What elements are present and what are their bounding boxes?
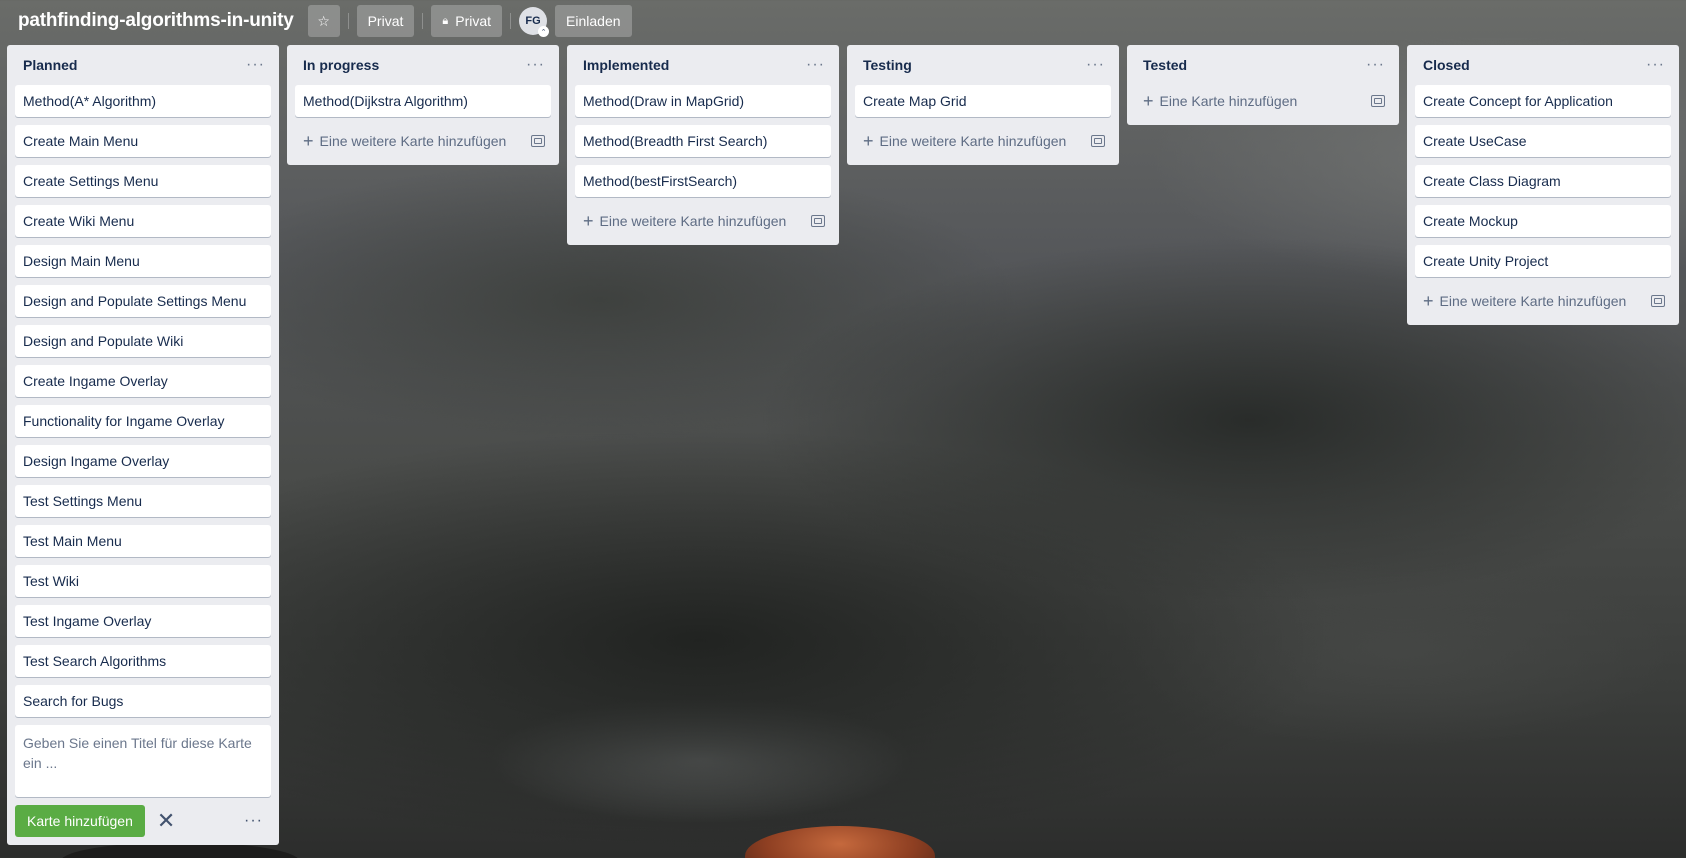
team-visibility-button[interactable]: Privat (356, 5, 415, 37)
add-card-row[interactable]: + Eine weitere Karte hinzufügen (855, 125, 1111, 157)
card[interactable]: Test Search Algorithms (15, 645, 271, 677)
add-card-link[interactable]: + Eine weitere Karte hinzufügen (863, 131, 1067, 151)
invite-button[interactable]: Einladen (555, 5, 632, 37)
list-title[interactable]: Implemented (583, 57, 669, 73)
card[interactable]: Method(A* Algorithm) (15, 85, 271, 117)
card[interactable]: Method(Breadth First Search) (575, 125, 831, 157)
composer-actions: Karte hinzufügen ✕ ··· (15, 805, 271, 837)
card-title-input[interactable] (23, 733, 263, 789)
plus-icon: + (863, 131, 874, 151)
card[interactable]: Create Concept for Application (1415, 85, 1671, 117)
list-menu-icon[interactable]: ··· (246, 57, 265, 73)
list-menu-icon[interactable]: ··· (1366, 57, 1385, 73)
card[interactable]: Design and Populate Settings Menu (15, 285, 271, 317)
add-card-link[interactable]: + Eine weitere Karte hinzufügen (1423, 291, 1627, 311)
add-card-label: Eine weitere Karte hinzufügen (319, 133, 507, 149)
list-menu-icon[interactable]: ··· (806, 57, 825, 73)
card-template-icon[interactable] (531, 135, 545, 147)
card[interactable]: Create Unity Project (1415, 245, 1671, 277)
more-options-icon[interactable]: ··· (244, 812, 263, 830)
list-title[interactable]: Closed (1423, 57, 1470, 73)
card[interactable]: Method(Dijkstra Algorithm) (295, 85, 551, 117)
card[interactable]: Create Wiki Menu (15, 205, 271, 237)
list-menu-icon[interactable]: ··· (1646, 57, 1665, 73)
card-template-icon[interactable] (811, 215, 825, 227)
list-header: In progress ··· (295, 45, 551, 85)
add-card-row[interactable]: + Eine weitere Karte hinzufügen (1415, 285, 1671, 317)
lock-icon: 🔒︎ (442, 14, 449, 27)
list-header: Closed ··· (1415, 45, 1671, 85)
team-visibility-label: Privat (367, 13, 404, 29)
card[interactable]: Test Ingame Overlay (15, 605, 271, 637)
list-header: Planned ··· (15, 45, 271, 85)
list-title[interactable]: In progress (303, 57, 379, 73)
permission-label: Privat (455, 13, 492, 29)
add-card-row[interactable]: + Eine Karte hinzufügen (1135, 85, 1391, 117)
add-card-row[interactable]: + Eine weitere Karte hinzufügen (295, 125, 551, 157)
plus-icon: + (303, 131, 314, 151)
list-planned: Planned ··· Method(A* Algorithm) Create … (7, 45, 279, 845)
card-template-icon[interactable] (1651, 295, 1665, 307)
card[interactable]: Test Settings Menu (15, 485, 271, 517)
list-title[interactable]: Tested (1143, 57, 1187, 73)
card[interactable]: Test Main Menu (15, 525, 271, 557)
card[interactable]: Method(bestFirstSearch) (575, 165, 831, 197)
member-initials: FG (525, 15, 541, 27)
card-composer (15, 725, 271, 797)
card[interactable]: Design Main Menu (15, 245, 271, 277)
close-icon[interactable]: ✕ (157, 810, 175, 832)
card[interactable]: Test Wiki (15, 565, 271, 597)
list-title[interactable]: Planned (23, 57, 77, 73)
card[interactable]: Design and Populate Wiki (15, 325, 271, 357)
add-card-button[interactable]: Karte hinzufügen (15, 805, 145, 837)
add-card-label: Eine weitere Karte hinzufügen (1439, 293, 1627, 309)
star-button[interactable]: ☆ (307, 5, 340, 37)
member-avatar[interactable]: FG ⌃ (519, 7, 550, 37)
list-header: Tested ··· (1135, 45, 1391, 85)
card[interactable]: Create Settings Menu (15, 165, 271, 197)
card[interactable]: Create Class Diagram (1415, 165, 1671, 197)
card[interactable]: Create Main Menu (15, 125, 271, 157)
list-implemented: Implemented ··· Method(Draw in MapGrid) … (567, 45, 839, 245)
list-header: Testing ··· (855, 45, 1111, 85)
card[interactable]: Create Ingame Overlay (15, 365, 271, 397)
permission-button[interactable]: 🔒︎ Privat (431, 5, 503, 37)
list-closed: Closed ··· Create Concept for Applicatio… (1407, 45, 1679, 325)
add-card-link[interactable]: + Eine Karte hinzufügen (1143, 91, 1298, 111)
list-tested: Tested ··· + Eine Karte hinzufügen (1127, 45, 1399, 125)
plus-icon: + (1423, 291, 1434, 311)
plus-icon: + (583, 211, 594, 231)
list-header: Implemented ··· (575, 45, 831, 85)
admin-badge-icon: ⌃ (538, 26, 550, 37)
star-icon: ☆ (317, 12, 330, 29)
card[interactable]: Create Mockup (1415, 205, 1671, 237)
card[interactable]: Design Ingame Overlay (15, 445, 271, 477)
add-card-row[interactable]: + Eine weitere Karte hinzufügen (575, 205, 831, 237)
add-card-label: Eine weitere Karte hinzufügen (879, 133, 1067, 149)
list-menu-icon[interactable]: ··· (526, 57, 545, 73)
background-rock (745, 826, 935, 858)
board-header: pathfinding-algorithms-in-unity ☆ Privat… (0, 0, 1686, 42)
card[interactable]: Functionality for Ingame Overlay (15, 405, 271, 437)
invite-label: Einladen (566, 13, 621, 29)
plus-icon: + (1143, 91, 1154, 111)
card[interactable]: Method(Draw in MapGrid) (575, 85, 831, 117)
list-menu-icon[interactable]: ··· (1086, 57, 1105, 73)
card-template-icon[interactable] (1371, 95, 1385, 107)
board-title[interactable]: pathfinding-algorithms-in-unity (18, 10, 294, 32)
add-card-link[interactable]: + Eine weitere Karte hinzufügen (583, 211, 787, 231)
list-testing: Testing ··· Create Map Grid + Eine weite… (847, 45, 1119, 165)
add-card-label: Eine weitere Karte hinzufügen (599, 213, 787, 229)
header-divider (347, 13, 349, 29)
card[interactable]: Search for Bugs (15, 685, 271, 717)
list-in-progress: In progress ··· Method(Dijkstra Algorith… (287, 45, 559, 165)
header-divider (510, 13, 512, 29)
list-title[interactable]: Testing (863, 57, 912, 73)
card[interactable]: Create UseCase (1415, 125, 1671, 157)
card[interactable]: Create Map Grid (855, 85, 1111, 117)
add-card-link[interactable]: + Eine weitere Karte hinzufügen (303, 131, 507, 151)
add-card-label: Eine Karte hinzufügen (1159, 93, 1298, 109)
header-divider (422, 13, 424, 29)
card-template-icon[interactable] (1091, 135, 1105, 147)
